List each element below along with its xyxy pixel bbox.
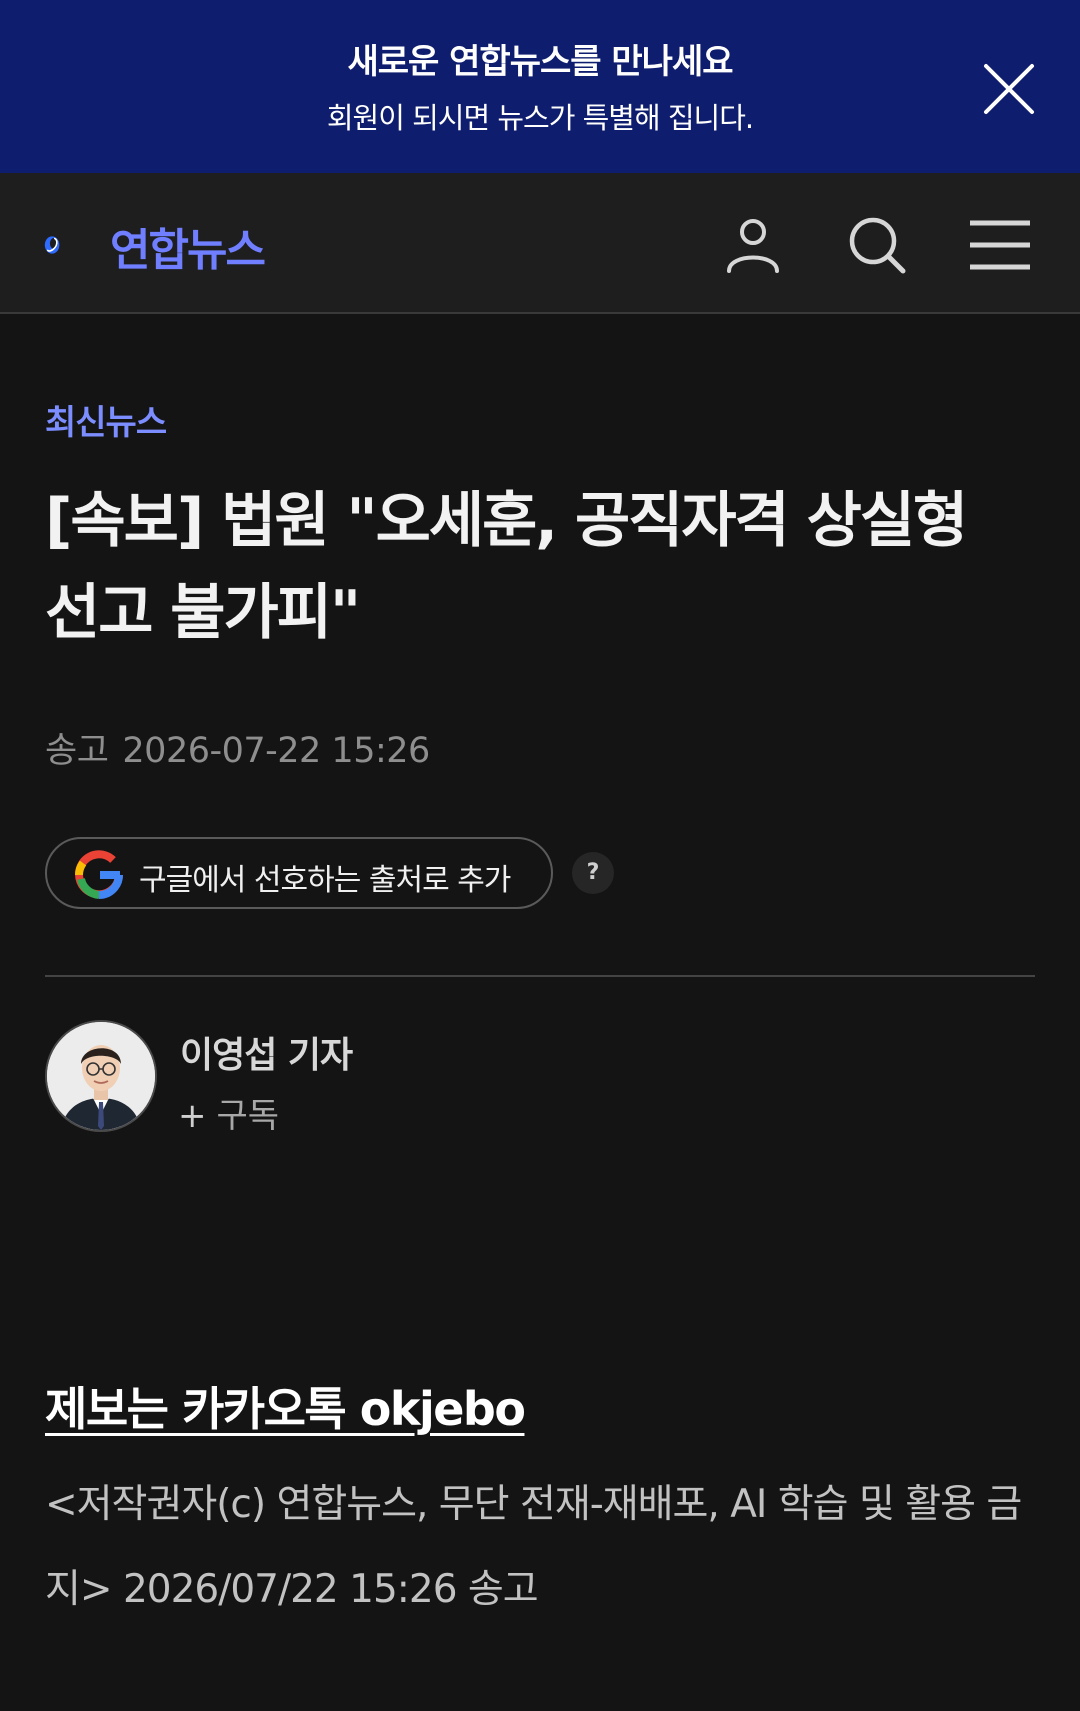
divider: [45, 975, 1035, 977]
copyright-notice: <저작권자(c) 연합뉴스, 무단 전재-재배포, AI 학습 및 활용 금지>…: [45, 1482, 1022, 1612]
category-label[interactable]: 최신뉴스: [45, 395, 167, 444]
google-icon: [75, 850, 123, 899]
search-icon[interactable]: [845, 213, 909, 277]
yonhap-logo[interactable]: [44, 209, 114, 281]
subscribe-button[interactable]: + 구독: [178, 1088, 279, 1137]
kakao-tip-link[interactable]: 제보는 카카오톡 okjebo: [45, 1373, 526, 1439]
published-label: 송고: [45, 731, 109, 771]
logo-text[interactable]: 연합뉴스: [110, 214, 266, 278]
reporter-photo: [47, 1022, 155, 1130]
google-preferred-source-button[interactable]: 구글에서 선호하는 출처로 추가: [45, 837, 553, 909]
user-icon[interactable]: [721, 213, 785, 277]
promo-subtitle: 회원이 되시면 뉴스가 특별해 집니다.: [326, 101, 754, 135]
help-button[interactable]: ?: [572, 852, 614, 894]
published-time: 2026-07-22 15:26: [122, 731, 430, 771]
promo-banner[interactable]: 새로운 연합뉴스를 만나세요 회원이 되시면 뉴스가 특별해 집니다.: [0, 0, 1080, 173]
google-button-label: 구글에서 선호하는 출처로 추가: [139, 863, 511, 898]
reporter-avatar[interactable]: [45, 1020, 157, 1132]
reporter-name[interactable]: 이영섭 기자: [180, 1026, 353, 1078]
published-info: 송고 2026-07-22 15:26: [45, 722, 430, 773]
promo-title: 새로운 연합뉴스를 만나세요: [347, 42, 733, 82]
site-header: 연합뉴스: [0, 173, 1080, 314]
subscribe-label: 구독: [216, 1096, 280, 1136]
plus-icon: +: [178, 1096, 207, 1136]
article-headline: [속보] 법원 "오세훈, 공직자격 상실형 선고 불가피": [45, 486, 968, 648]
close-icon[interactable]: [980, 60, 1038, 118]
menu-icon[interactable]: [968, 213, 1032, 277]
